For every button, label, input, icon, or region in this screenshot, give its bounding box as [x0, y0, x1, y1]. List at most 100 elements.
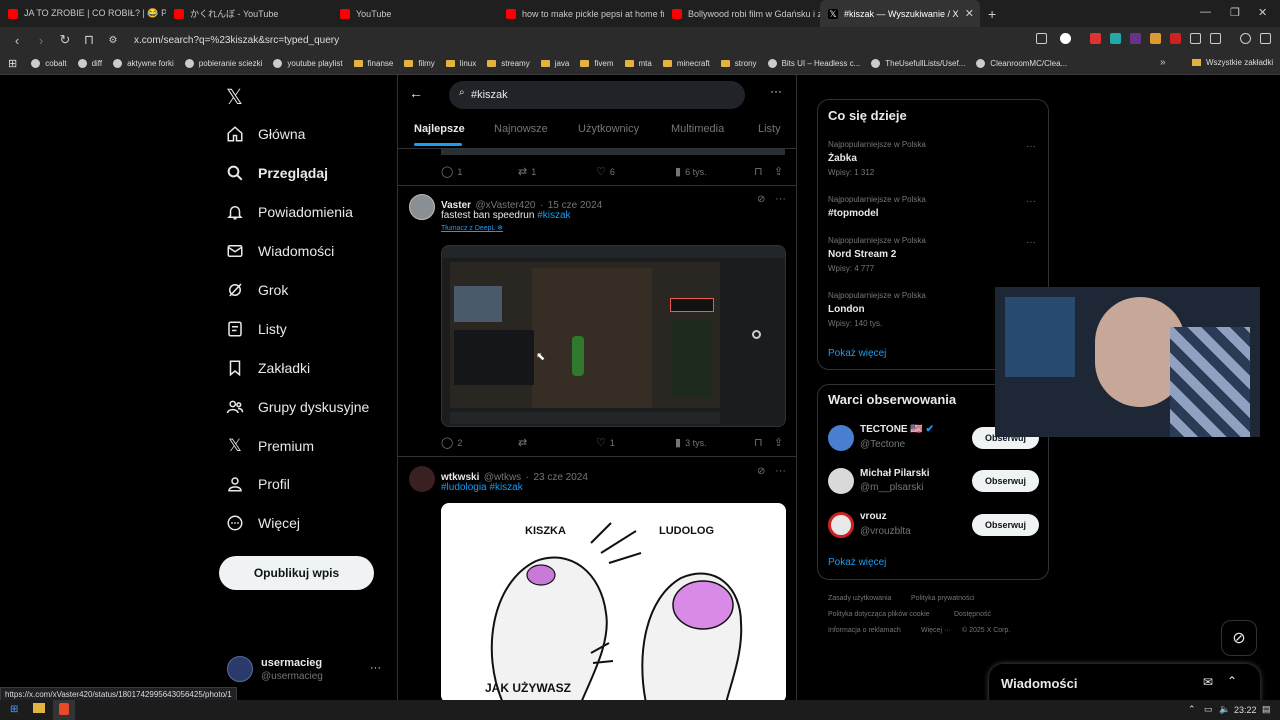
- tray-chevron-icon[interactable]: ⌃: [1188, 704, 1196, 715]
- share-button[interactable]: ⇪: [774, 436, 787, 449]
- restore-icon[interactable]: ❐: [1230, 6, 1240, 19]
- media-icon[interactable]: [1240, 33, 1251, 44]
- close-tab-icon[interactable]: ✕: [965, 7, 974, 20]
- share-button[interactable]: ⇪: [774, 165, 787, 178]
- grok-icon[interactable]: ⊘: [757, 466, 765, 477]
- trend-name[interactable]: Nord Stream 2: [828, 249, 896, 260]
- nav-item-communities[interactable]: Grupy dyskusyjne: [226, 398, 369, 416]
- notifications-icon[interactable]: ▤: [1262, 704, 1271, 715]
- extension-icon[interactable]: [1170, 33, 1181, 44]
- nav-item-lists[interactable]: Listy: [226, 320, 287, 338]
- translate-link[interactable]: Tłumacz z DeepL ❄: [441, 224, 503, 232]
- url-field[interactable]: x.com/search?q=%23kiszak&src=typed_query: [134, 35, 339, 46]
- search-options-icon[interactable]: ···: [770, 84, 782, 98]
- nav-item-profile[interactable]: Profil: [226, 475, 290, 493]
- trend-more-icon[interactable]: ···: [1026, 141, 1036, 152]
- x-logo-icon[interactable]: 𝕏: [226, 85, 243, 110]
- hashtag-link[interactable]: #kiszak: [489, 482, 522, 493]
- follow-name[interactable]: vrouz: [860, 511, 887, 522]
- repost-button[interactable]: ⇄ 1: [518, 165, 536, 178]
- views-button[interactable]: ▮ 3 tys.: [675, 436, 707, 449]
- nav-item-home[interactable]: Główna: [226, 125, 305, 143]
- bookmark-item[interactable]: fivem: [580, 59, 614, 68]
- bookmark-item[interactable]: filmy: [404, 59, 435, 68]
- search-input[interactable]: ⌕ #kiszak: [449, 81, 745, 109]
- hashtag-link[interactable]: #kiszak: [537, 210, 570, 221]
- new-message-icon[interactable]: ✉: [1203, 675, 1213, 689]
- follow-button[interactable]: Obserwuj: [972, 470, 1039, 492]
- bookmark-item[interactable]: Bits UI – Headless c...: [767, 59, 860, 68]
- back-icon[interactable]: ‹: [10, 33, 24, 48]
- bookmark-item[interactable]: pobieranie sciezki: [184, 59, 262, 68]
- bookmark-item[interactable]: youtube playlist: [273, 59, 343, 68]
- tweet-meme-image[interactable]: KISZKA LUDOLOG JAK UŻYWASZ: [441, 503, 786, 700]
- bookmark-item[interactable]: diff: [77, 59, 102, 68]
- network-icon[interactable]: ▭: [1204, 704, 1213, 715]
- bookmark-item[interactable]: java: [540, 59, 569, 68]
- taskbar-active-app[interactable]: [53, 700, 75, 720]
- bookmark-item[interactable]: mta: [624, 59, 652, 68]
- account-avatar[interactable]: [227, 656, 253, 682]
- tweet-image[interactable]: [441, 245, 786, 427]
- nav-item-premium[interactable]: 𝕏 Premium: [226, 436, 314, 456]
- tab-people[interactable]: Użytkownicy: [578, 123, 639, 135]
- browser-tab[interactable]: how to make pickle pepsi at home fr: [498, 0, 664, 27]
- bookmark-item[interactable]: linux: [445, 59, 476, 68]
- nav-item-grok[interactable]: Grok: [226, 281, 288, 299]
- nav-item-bookmarks[interactable]: Zakładki: [226, 359, 310, 377]
- tweet-media-partial[interactable]: [441, 149, 785, 155]
- trend-name[interactable]: #topmodel: [828, 208, 879, 219]
- minimize-icon[interactable]: —: [1200, 6, 1211, 18]
- shield-icon[interactable]: [1060, 33, 1071, 44]
- tab-top[interactable]: Najlepsze: [414, 123, 465, 135]
- grok-floating-button[interactable]: ⊘: [1221, 620, 1257, 656]
- bookmark-item[interactable]: aktywne forki: [113, 59, 174, 68]
- trend-more-icon[interactable]: ···: [1026, 196, 1036, 207]
- footer-link[interactable]: Polityka prywatności: [911, 595, 974, 602]
- bookmarks-overflow-icon[interactable]: »: [1160, 57, 1166, 68]
- reply-button[interactable]: ◯ 1: [441, 165, 462, 178]
- account-more-icon[interactable]: ···: [370, 662, 381, 674]
- views-button[interactable]: ▮ 6 tys.: [675, 165, 707, 178]
- tweet-avatar[interactable]: [409, 466, 435, 492]
- bookmark-page-icon[interactable]: ⊓: [82, 32, 96, 48]
- extension-icon[interactable]: [1150, 33, 1161, 44]
- repost-button[interactable]: ⇄: [518, 436, 531, 449]
- footer-link[interactable]: Polityka dotycząca plików cookie: [828, 611, 930, 618]
- follow-button[interactable]: Obserwuj: [972, 514, 1039, 536]
- windows-start-icon[interactable]: ⊞: [10, 704, 18, 715]
- trend-more-icon[interactable]: ···: [1026, 237, 1036, 248]
- footer-link[interactable]: Więcej ···: [921, 627, 951, 634]
- extension-icon[interactable]: [1130, 33, 1141, 44]
- all-bookmarks[interactable]: Wszystkie zakładki: [1192, 58, 1273, 67]
- bookmark-item[interactable]: cobalt: [31, 59, 67, 68]
- file-explorer-icon[interactable]: [33, 703, 45, 713]
- footer-link[interactable]: Zasady użytkowania: [828, 595, 891, 602]
- extension-icon[interactable]: [1090, 33, 1101, 44]
- bookmark-item[interactable]: TheUsefullLists/Usef...: [871, 59, 965, 68]
- footer-link[interactable]: Informacja o reklamach: [828, 627, 901, 634]
- nav-item-more[interactable]: Więcej: [226, 514, 300, 532]
- cast-icon[interactable]: [1036, 33, 1047, 44]
- post-button[interactable]: Opublikuj wpis: [219, 556, 374, 590]
- tab-media[interactable]: Multimedia: [671, 123, 724, 135]
- footer-link[interactable]: Dostępność: [954, 611, 991, 618]
- bookmark-button[interactable]: ⊓: [754, 436, 767, 449]
- nav-item-messages[interactable]: Wiadomości: [226, 242, 334, 260]
- bookmark-item[interactable]: strony: [720, 59, 757, 68]
- browser-tab[interactable]: JA TO ZROBIE | CO ROBIŁ? | 😂 POLSK: [0, 0, 166, 27]
- bookmark-item[interactable]: minecraft: [662, 59, 710, 68]
- browser-tab[interactable]: Bollywood robi film w Gdańsku i za p: [664, 0, 820, 27]
- browser-tab[interactable]: YouTube: [332, 0, 498, 27]
- bookmark-item[interactable]: finanse: [353, 59, 393, 68]
- grok-icon[interactable]: ⊘: [757, 194, 765, 205]
- browser-tab[interactable]: かくれんぼ - YouTube: [166, 0, 332, 27]
- nav-item-notifications[interactable]: Powiadomienia: [226, 203, 353, 221]
- sidebar-icon[interactable]: [1210, 33, 1221, 44]
- messages-drawer[interactable]: Wiadomości ✉ ⌃: [989, 664, 1260, 704]
- close-window-icon[interactable]: ✕: [1258, 6, 1267, 19]
- trend-name[interactable]: Żabka: [828, 153, 857, 164]
- follow-name[interactable]: TECTONE 🇺🇸 ✔: [860, 424, 934, 435]
- tweet-date[interactable]: 23 cze 2024: [533, 472, 588, 483]
- apps-grid-icon[interactable]: ⊞: [8, 57, 17, 70]
